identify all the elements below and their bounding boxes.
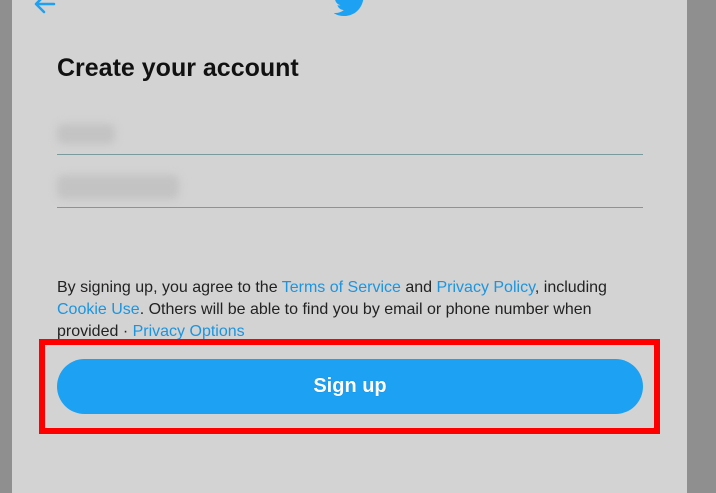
terms-of-service-link[interactable]: Terms of Service bbox=[282, 279, 401, 296]
name-input[interactable] bbox=[57, 114, 647, 156]
cookie-use-link[interactable]: Cookie Use bbox=[57, 301, 140, 318]
twitter-bird-icon bbox=[333, 0, 368, 18]
legal-text: By signing up, you agree to the Terms of… bbox=[57, 277, 657, 343]
legal-text-2: and bbox=[400, 279, 437, 296]
legal-text-3: , including bbox=[534, 279, 607, 296]
privacy-options-link[interactable]: Privacy Options bbox=[133, 323, 245, 340]
privacy-policy-link[interactable]: Privacy Policy bbox=[436, 279, 534, 296]
sign-up-button[interactable]: Sign up bbox=[57, 359, 643, 414]
page-title: Create your account bbox=[57, 54, 299, 82]
name-field[interactable] bbox=[57, 114, 647, 156]
back-arrow-icon[interactable] bbox=[32, 0, 58, 16]
phone-field[interactable] bbox=[57, 167, 647, 209]
phone-input[interactable] bbox=[57, 167, 647, 209]
legal-text-1: By signing up, you agree to the bbox=[57, 279, 282, 296]
